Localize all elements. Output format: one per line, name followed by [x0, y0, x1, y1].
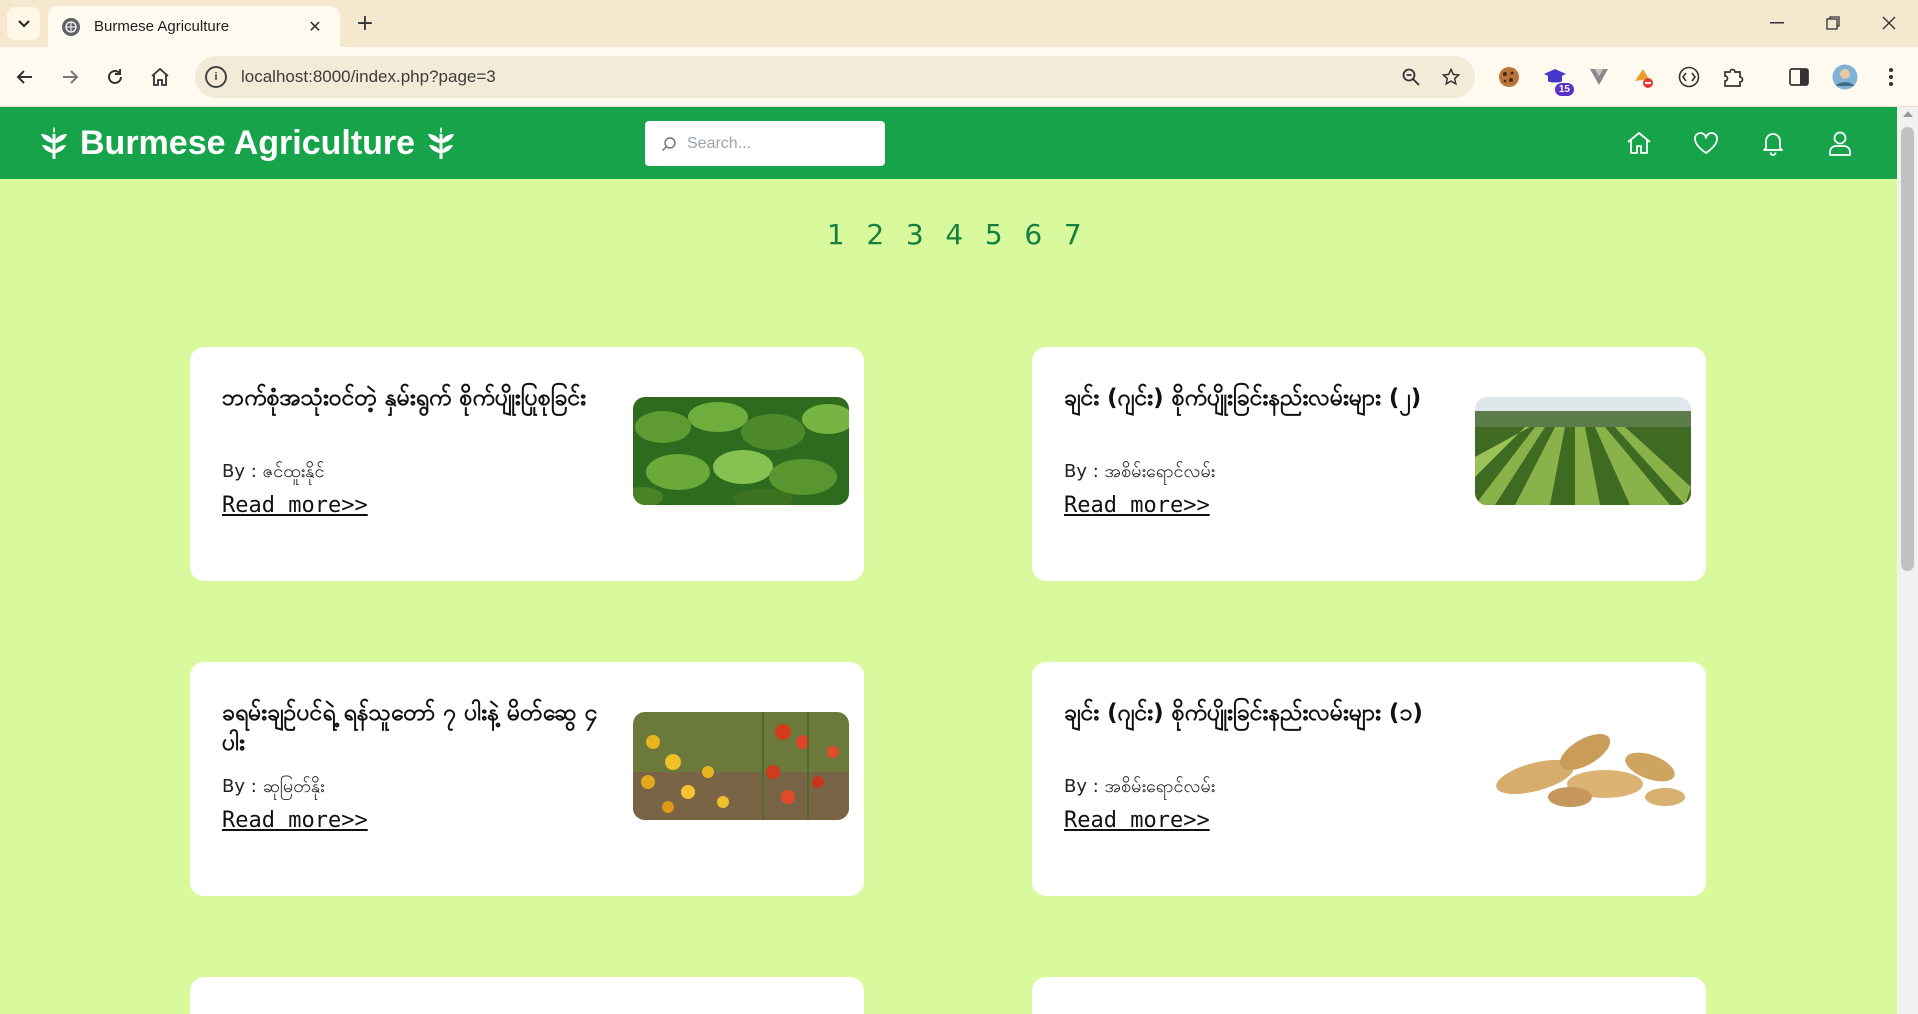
- tab-search-button[interactable]: [7, 7, 40, 40]
- site-info-icon[interactable]: i: [205, 66, 227, 88]
- post-card[interactable]: ဘက်စုံအသုံးဝင်တဲ့ နှမ်းရွက် စိုက်ပျိုးပြ…: [190, 347, 864, 581]
- browser-tab[interactable]: Burmese Agriculture ✕: [48, 6, 340, 47]
- nav-home-button[interactable]: [1624, 128, 1654, 158]
- sprout-icon: [428, 127, 455, 159]
- pagination: 1 2 3 4 5 6 7: [816, 218, 1093, 251]
- sesame-leaves-image[interactable]: [633, 397, 849, 505]
- address-bar[interactable]: i localhost:8000/index.php?page=3: [195, 56, 1475, 98]
- nav-favorites-button[interactable]: [1691, 128, 1721, 158]
- post-author: By : ဆုမြတ်နိုး: [222, 776, 325, 797]
- search-icon: [662, 136, 676, 151]
- scrollbar-thumb[interactable]: [1901, 127, 1914, 571]
- page-link-1[interactable]: 1: [816, 218, 856, 251]
- browser-menu-icon[interactable]: [1876, 62, 1906, 92]
- heart-icon: [1694, 132, 1718, 154]
- ginger-root-image[interactable]: [1475, 712, 1691, 820]
- page-link-5[interactable]: 5: [974, 218, 1014, 251]
- restore-button[interactable]: [1808, 8, 1858, 38]
- arrow-left-icon: [16, 70, 32, 84]
- nav-profile-button[interactable]: [1825, 128, 1855, 158]
- close-icon: [1882, 16, 1896, 30]
- site-title: Burmese Agriculture: [80, 123, 416, 162]
- home-icon: [1627, 132, 1651, 154]
- tab-title: Burmese Agriculture: [94, 18, 230, 35]
- graduation-cap-extension-icon[interactable]: 15: [1540, 62, 1574, 96]
- browser-toolbar: i localhost:8000/index.php?page=3 15: [0, 47, 1918, 107]
- minimize-button[interactable]: [1752, 8, 1802, 38]
- read-more-link[interactable]: Read more>>: [1064, 493, 1210, 518]
- arrow-right-icon: [63, 70, 79, 84]
- post-card[interactable]: ချင်း (ဂျင်း) စိုက်ပျိုးခြင်းနည်းလမ်းမျာ…: [1032, 662, 1706, 896]
- user-icon: [1829, 131, 1851, 156]
- ginger-field-image[interactable]: [1475, 397, 1691, 505]
- close-window-button[interactable]: [1864, 8, 1914, 38]
- back-button[interactable]: [10, 62, 40, 92]
- post-author: By : ဇင်ထူးနိုင်: [222, 461, 325, 482]
- browser-tab-bar: Burmese Agriculture ✕ +: [0, 0, 1918, 47]
- url-text[interactable]: localhost:8000/index.php?page=3: [241, 67, 1395, 87]
- read-more-link[interactable]: Read more>>: [1064, 808, 1210, 833]
- minimize-icon: [1770, 22, 1784, 24]
- page-link-4[interactable]: 4: [935, 218, 975, 251]
- close-tab-icon[interactable]: ✕: [304, 17, 326, 36]
- post-card-partial[interactable]: [190, 977, 864, 1014]
- page-link-7[interactable]: 7: [1053, 218, 1093, 251]
- post-title[interactable]: ဘက်စုံအသုံးဝင်တဲ့ နှမ်းရွက် စိုက်ပျိုးပြ…: [222, 383, 612, 413]
- reload-icon: [108, 69, 122, 84]
- vuejs-extension-icon[interactable]: [1584, 62, 1614, 92]
- site-brand[interactable]: Burmese Agriculture: [40, 119, 455, 167]
- restore-icon: [1826, 16, 1840, 30]
- post-card[interactable]: ချင်း (ဂျင်း) စိုက်ပျိုးခြင်းနည်းလမ်းမျာ…: [1032, 347, 1706, 581]
- page-link-3[interactable]: 3: [895, 218, 935, 251]
- extension-badge: 15: [1554, 83, 1574, 96]
- blocked-extension-icon[interactable]: [1628, 62, 1658, 92]
- nav-notifications-button[interactable]: [1758, 128, 1788, 158]
- tomato-marigold-image[interactable]: [633, 712, 849, 820]
- side-panel-icon[interactable]: [1784, 62, 1814, 92]
- globe-icon: [62, 17, 80, 36]
- home-icon: [151, 68, 169, 86]
- new-tab-button[interactable]: +: [350, 8, 380, 38]
- chevron-down-icon: [17, 19, 30, 27]
- read-more-link[interactable]: Read more>>: [222, 808, 368, 833]
- cookie-extension-icon[interactable]: [1494, 62, 1524, 92]
- post-card-partial[interactable]: [1032, 977, 1706, 1014]
- profile-avatar[interactable]: [1830, 62, 1860, 92]
- post-author: By : အစိမ်းရောင်လမ်း: [1064, 461, 1216, 482]
- scroll-up-arrow-icon[interactable]: [1903, 111, 1913, 117]
- bookmark-star-icon[interactable]: [1435, 61, 1467, 93]
- bell-icon: [1763, 133, 1783, 156]
- zoom-icon[interactable]: [1395, 61, 1427, 93]
- forward-button[interactable]: [55, 62, 85, 92]
- reload-button[interactable]: [100, 62, 130, 92]
- code-extension-icon[interactable]: [1674, 62, 1704, 92]
- home-button[interactable]: [145, 62, 175, 92]
- site-search[interactable]: [645, 121, 885, 166]
- read-more-link[interactable]: Read more>>: [222, 493, 368, 518]
- post-card[interactable]: ခရမ်းချဉ်ပင်ရဲ့ ရန်သူတော် ၇ ပါးနဲ့ မိတ်ဆ…: [190, 662, 864, 896]
- puzzle-extensions-icon[interactable]: [1718, 62, 1748, 92]
- page-link-6[interactable]: 6: [1014, 218, 1054, 251]
- post-title[interactable]: ချင်း (ဂျင်း) စိုက်ပျိုးခြင်းနည်းလမ်းမျာ…: [1064, 383, 1454, 413]
- page-link-2[interactable]: 2: [856, 218, 896, 251]
- post-title[interactable]: ခရမ်းချဉ်ပင်ရဲ့ ရန်သူတော် ၇ ပါးနဲ့ မိတ်ဆ…: [222, 698, 612, 758]
- post-author: By : အစိမ်းရောင်လမ်း: [1064, 776, 1216, 797]
- search-input[interactable]: [687, 134, 877, 153]
- sprout-icon: [41, 127, 67, 159]
- page-scrollbar[interactable]: [1897, 107, 1918, 1014]
- post-title[interactable]: ချင်း (ဂျင်း) စိုက်ပျိုးခြင်းနည်းလမ်းမျာ…: [1064, 698, 1454, 728]
- site-header: Burmese Agriculture: [0, 107, 1897, 179]
